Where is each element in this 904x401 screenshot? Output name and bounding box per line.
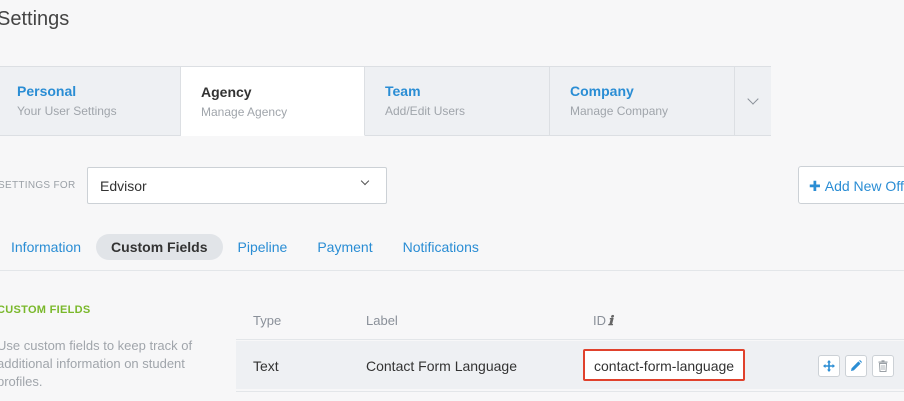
plus-icon: ✚ xyxy=(809,178,821,194)
cell-type: Text xyxy=(253,358,279,374)
divider xyxy=(0,270,904,271)
delete-button[interactable] xyxy=(872,355,894,377)
info-icon[interactable]: ℹ xyxy=(608,314,613,329)
cell-label: Contact Form Language xyxy=(366,358,517,374)
page-title: Settings xyxy=(0,8,70,30)
settings-for-select[interactable]: Edvisor xyxy=(87,167,387,204)
tab-subtitle: Manage Agency xyxy=(201,105,288,119)
add-button-label: Add New Off xyxy=(824,178,904,194)
trash-icon xyxy=(878,360,888,372)
add-new-office-button[interactable]: ✚ Add New Off xyxy=(798,166,904,204)
column-header-label: Label xyxy=(366,313,398,328)
column-header-id: ID ℹ xyxy=(593,313,613,329)
chevron-down-icon xyxy=(360,176,370,186)
subtab-payment[interactable]: Payment xyxy=(302,234,387,260)
custom-fields-heading: CUSTOM FIELDS xyxy=(0,304,91,316)
table-row: Text Contact Form Language contact-form-… xyxy=(236,341,904,389)
tab-title: Company xyxy=(570,83,634,99)
row-actions xyxy=(818,355,894,377)
edit-button[interactable] xyxy=(845,355,867,377)
tab-subtitle: Your User Settings xyxy=(17,104,117,118)
tab-subtitle: Add/Edit Users xyxy=(385,104,466,118)
edit-icon xyxy=(851,360,862,371)
sub-tabs: Information Custom Fields Pipeline Payme… xyxy=(0,234,494,260)
table-divider xyxy=(236,391,904,392)
more-tabs-button[interactable] xyxy=(735,67,771,135)
subtab-custom-fields[interactable]: Custom Fields xyxy=(96,234,223,260)
column-id-text: ID xyxy=(593,313,606,328)
column-header-type: Type xyxy=(253,313,282,328)
tab-title: Agency xyxy=(201,84,252,100)
table-divider xyxy=(236,339,904,340)
tab-subtitle: Manage Company xyxy=(570,104,669,118)
tab-personal[interactable]: Personal Your User Settings xyxy=(0,67,181,135)
settings-for-label: SETTINGS FOR xyxy=(0,180,76,191)
tab-title: Personal xyxy=(17,83,77,99)
tab-team[interactable]: Team Add/Edit Users xyxy=(365,67,550,135)
settings-page: Settings Personal Your User Settings Age… xyxy=(0,0,904,401)
move-button[interactable] xyxy=(818,355,840,377)
cell-id-highlighted: contact-form-language xyxy=(583,349,746,381)
subtab-pipeline[interactable]: Pipeline xyxy=(223,234,303,260)
tab-title: Team xyxy=(385,83,421,99)
tab-company[interactable]: Company Manage Company xyxy=(550,67,735,135)
subtab-information[interactable]: Information xyxy=(0,234,96,260)
settings-tabs: Personal Your User Settings Agency Manag… xyxy=(0,66,771,136)
move-icon xyxy=(823,360,835,372)
chevron-down-icon xyxy=(747,93,759,105)
select-value: Edvisor xyxy=(100,178,147,194)
subtab-notifications[interactable]: Notifications xyxy=(388,234,494,260)
tab-agency[interactable]: Agency Manage Agency xyxy=(181,66,365,136)
custom-fields-description: Use custom fields to keep track of addit… xyxy=(0,338,193,389)
table-header: Type Label ID ℹ xyxy=(236,310,904,330)
